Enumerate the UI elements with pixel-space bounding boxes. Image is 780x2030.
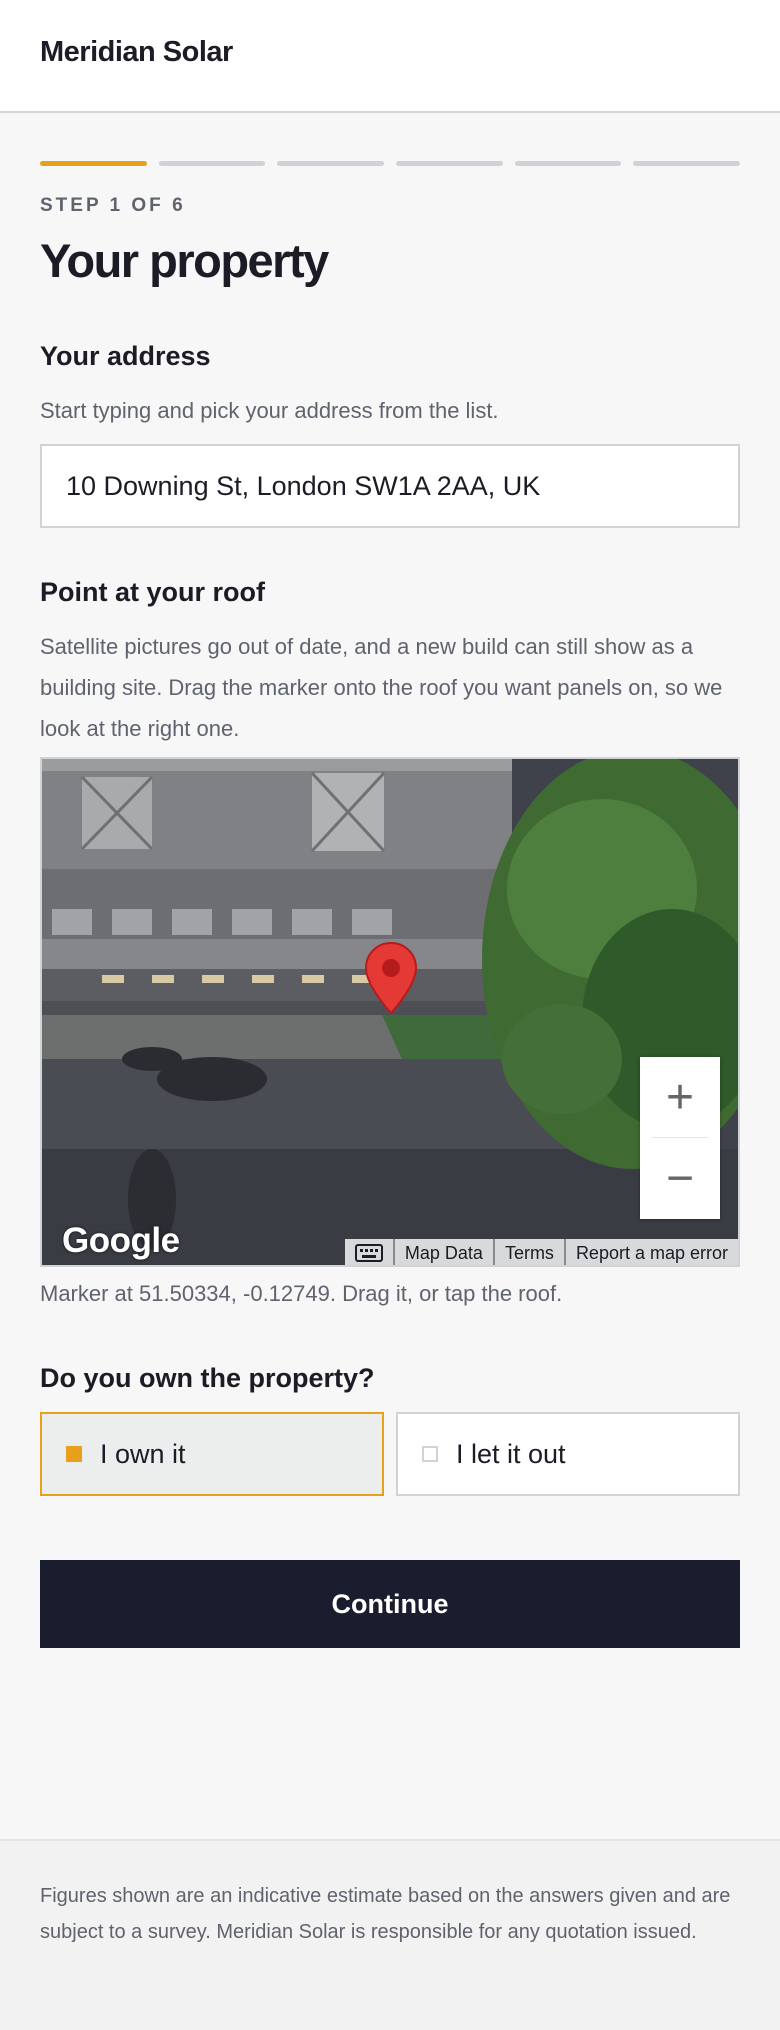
page-footer: Figures shown are an indicative estimate… (0, 1839, 780, 2030)
ownership-question: Do you own the property? (40, 1363, 375, 1393)
option-own-it[interactable]: I own it (40, 1412, 384, 1496)
continue-button[interactable]: Continue (40, 1560, 740, 1648)
progress-segment-6 (633, 161, 741, 166)
option-own-it-checkbox (66, 1446, 82, 1462)
option-let-it-out[interactable]: I let it out (396, 1412, 740, 1496)
map-attribution-bar: Map Data Terms Report a map error (344, 1239, 738, 1265)
progress-segment-2 (158, 161, 266, 166)
marker-coordinates-caption: Marker at 51.50334, -0.12749. Drag it, o… (40, 1281, 563, 1306)
option-let-it-out-label: I let it out (456, 1438, 566, 1469)
report-map-error-link[interactable]: Report a map error (563, 1239, 738, 1265)
progress-segment-5 (514, 161, 622, 166)
zoom-in-button[interactable]: + (640, 1057, 720, 1138)
progress-segment-4 (396, 161, 503, 166)
google-logo: Google (62, 1221, 180, 1260)
progress-segment-1 (40, 161, 147, 166)
brand-logo[interactable]: Meridian Solar (40, 36, 233, 69)
footer-disclaimer: Figures shown are an indicative estimate… (40, 1885, 731, 1943)
keyboard-icon (354, 1244, 383, 1262)
map-data-link[interactable]: Map Data (392, 1239, 493, 1265)
map-pin-icon[interactable] (364, 941, 418, 1015)
address-heading: Your address (40, 341, 211, 371)
step-progress-bar (40, 161, 741, 166)
zoom-divider (652, 1137, 708, 1138)
option-let-it-out-checkbox (422, 1446, 438, 1462)
site-header: Meridian Solar (0, 0, 780, 113)
keyboard-shortcuts-button[interactable] (345, 1239, 393, 1265)
roof-help-text: Satellite pictures go out of date, and a… (40, 634, 723, 741)
page-title: Your property (40, 234, 329, 287)
option-own-it-label: I own it (100, 1438, 186, 1469)
step-indicator: STEP 1 OF 6 (40, 195, 186, 216)
zoom-out-button[interactable]: − (640, 1138, 720, 1219)
map-zoom-controls: + − (640, 1057, 720, 1219)
terms-link[interactable]: Terms (492, 1239, 564, 1265)
address-input[interactable] (40, 444, 740, 528)
address-help-text: Start typing and pick your address from … (40, 398, 499, 423)
progress-segment-3 (277, 161, 385, 166)
roof-heading: Point at your roof (40, 577, 265, 607)
satellite-map[interactable]: + − Google Map Data Terms Report a map e… (40, 757, 740, 1267)
